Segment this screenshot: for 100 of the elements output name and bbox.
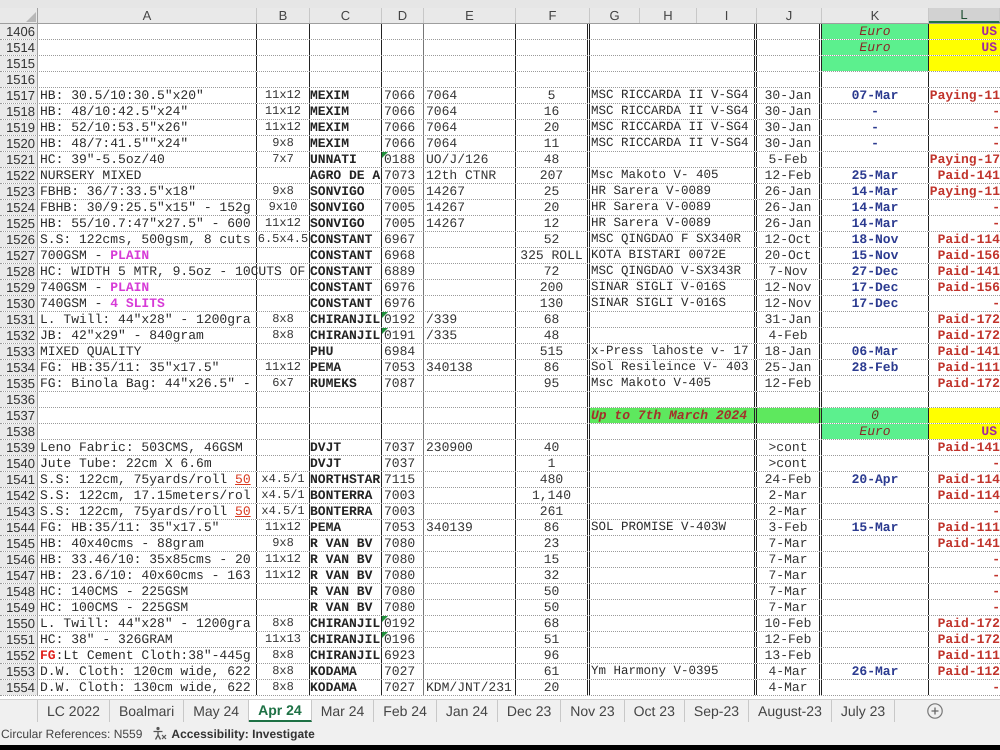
plus-circle-icon	[927, 703, 944, 719]
cell-text: 5-Feb	[768, 152, 808, 167]
cell-text: HR Sarera V-0089	[591, 216, 712, 231]
sheet-tab[interactable]: Apr 24	[249, 700, 312, 722]
row-number[interactable]: 1533	[0, 344, 38, 359]
row-number[interactable]: 1554	[0, 680, 38, 695]
row-number[interactable]: 1523	[0, 184, 38, 199]
cell-text: 700GSM - PLAIN	[40, 248, 150, 263]
cell-text: 40	[544, 440, 560, 455]
cell-text: 31-Jan	[764, 312, 812, 327]
cell-text: 11x12	[264, 360, 301, 375]
row-number[interactable]: 1549	[0, 600, 38, 615]
row-number[interactable]: 1538	[0, 424, 38, 439]
cell-text: x4.5/1	[261, 472, 305, 487]
cell-text: 7-Mar	[768, 536, 808, 551]
shaded-cell	[929, 408, 1000, 423]
cell-text: HB: 40x40cms - 88gram	[40, 536, 204, 551]
row-number[interactable]: 1550	[0, 616, 38, 631]
cell-text: Paid-172	[938, 632, 1000, 647]
cell-text: DVJT	[310, 440, 342, 455]
row-number[interactable]: 1548	[0, 584, 38, 599]
cell-text: 30-Jan	[764, 136, 812, 151]
row-number[interactable]: 1544	[0, 520, 38, 535]
cell-text: MSC RICCARDA II V-SG4	[591, 120, 749, 135]
row-number[interactable]: 1531	[0, 312, 38, 327]
row-number[interactable]: 1535	[0, 376, 38, 391]
cell-text: 28-Feb	[852, 360, 898, 375]
cell-text: 20-Apr	[852, 472, 898, 487]
row-number[interactable]: 1542	[0, 488, 38, 503]
cell-text: -	[992, 600, 1000, 615]
cell-text: Paid-114	[938, 472, 1000, 487]
row-number[interactable]: 1520	[0, 136, 38, 151]
cell-text: Paid-172	[938, 328, 1000, 343]
row-number[interactable]: 1540	[0, 456, 38, 471]
row-number[interactable]: 1539	[0, 440, 38, 455]
cell-text: FBHB: 36/7:33.5"x18"	[40, 184, 196, 199]
row-number[interactable]: 1406	[0, 24, 38, 39]
row-number[interactable]: 1526	[0, 232, 38, 247]
cell-text: Paid-141	[938, 440, 1000, 455]
row-number[interactable]: 1553	[0, 664, 38, 679]
cell-text: MEXIM	[310, 136, 350, 151]
cell-text: Paid-172	[938, 312, 1000, 327]
cell-text: 340138	[426, 360, 473, 375]
cell-text: 130	[540, 296, 564, 311]
row-number[interactable]: 1517	[0, 88, 38, 103]
cell-text: HB: 48/10:42.5"x24"	[40, 104, 188, 119]
row-number[interactable]: 1536	[0, 392, 38, 407]
row-number[interactable]: 1525	[0, 216, 38, 231]
row-number[interactable]: 1532	[0, 328, 38, 343]
row-number[interactable]: 1552	[0, 648, 38, 663]
row-number[interactable]: 1529	[0, 280, 38, 295]
cell-text: >cont	[768, 456, 808, 471]
row-number[interactable]: 1534	[0, 360, 38, 375]
cell-text: CONSTANT	[310, 296, 372, 311]
row-number[interactable]: 1543	[0, 504, 38, 519]
cell-text: 325 ROLL	[520, 248, 583, 263]
cell-text: R VAN BV	[310, 536, 372, 551]
cell-text: UNNATI	[310, 152, 357, 167]
row-number[interactable]: 1522	[0, 168, 38, 183]
row-number[interactable]: 1537	[0, 408, 38, 423]
cell-text: PEMA	[310, 360, 342, 375]
cell-text: -	[992, 104, 1000, 119]
row-number[interactable]: 1527	[0, 248, 38, 263]
cell-text: 207	[540, 168, 564, 183]
row-number[interactable]: 1545	[0, 536, 38, 551]
row-number[interactable]: 1516	[0, 72, 38, 87]
add-sheet-button[interactable]	[927, 700, 944, 722]
row-number[interactable]: 1551	[0, 632, 38, 647]
row-number[interactable]: 1518	[0, 104, 38, 119]
cell-text: >cont	[768, 440, 808, 455]
row-number[interactable]: 1519	[0, 120, 38, 135]
row-number[interactable]: 1521	[0, 152, 38, 167]
cell-text: 12-Feb	[764, 632, 812, 647]
cell-text: 340139	[426, 520, 473, 535]
cell-text: 1,140	[532, 488, 571, 503]
cell-text: 25-Jan	[764, 360, 812, 375]
cell-text: 7053	[384, 520, 416, 535]
row-number[interactable]: 1546	[0, 552, 38, 567]
row-number[interactable]: 1547	[0, 568, 38, 583]
cell-text: -	[992, 200, 1000, 215]
cell-text: FG:Lt Cement Cloth:38"-445g	[40, 648, 251, 663]
row-number[interactable]: 1528	[0, 264, 38, 279]
row-number[interactable]: 1515	[0, 56, 38, 71]
cell-text: -	[992, 456, 1000, 471]
accessibility-button[interactable]: Accessibility: Investigate	[152, 724, 315, 742]
row-number[interactable]: 1541	[0, 472, 38, 487]
cell-text: FG: HB:35/11: 35"x17.5"	[40, 360, 220, 375]
cell-text: 9x8	[272, 184, 294, 199]
cell-text: 72	[544, 264, 560, 279]
cell-text: 6968	[384, 248, 416, 263]
row-number[interactable]: 1530	[0, 296, 38, 311]
cell-text: Paid-156	[938, 280, 1000, 295]
cell-text: SONVIGO	[310, 200, 365, 215]
cell-text: 14267	[426, 216, 466, 231]
column-header[interactable]: L	[929, 8, 1000, 23]
cell-text: 7005	[384, 200, 416, 215]
row-number[interactable]: 1514	[0, 40, 38, 55]
cell-text: MEXIM	[310, 88, 350, 103]
triangle-icon	[26, 12, 36, 22]
row-number[interactable]: 1524	[0, 200, 38, 215]
